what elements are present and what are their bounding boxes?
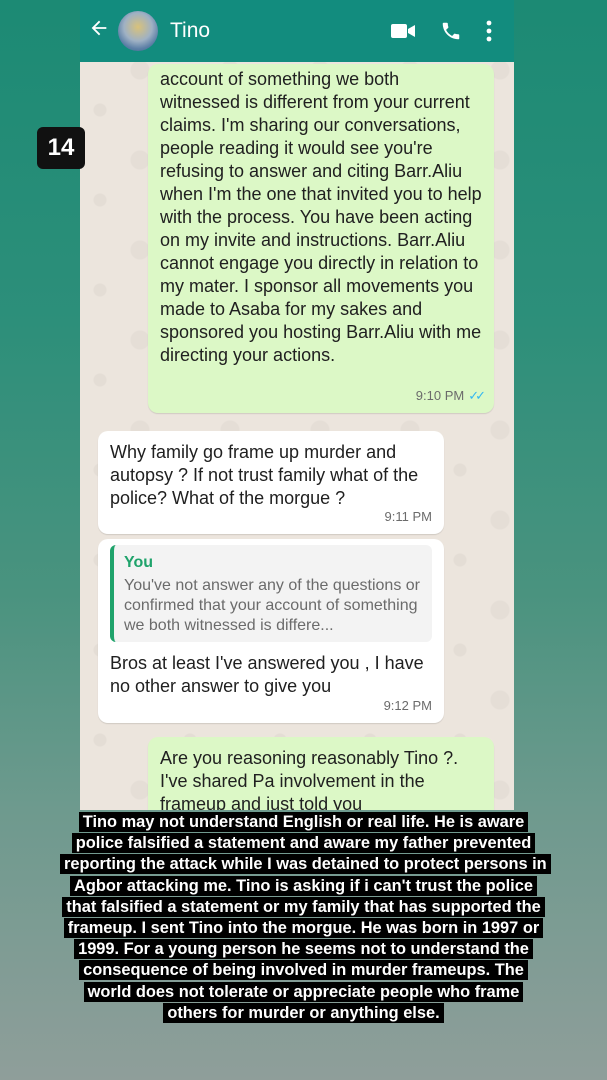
message-bubble-incoming[interactable]: Why family go frame up murder and autops…: [98, 431, 444, 534]
video-call-icon[interactable]: [390, 21, 416, 41]
contact-name[interactable]: Tino: [170, 19, 390, 43]
quoted-text: You've not answer any of the questions o…: [124, 577, 420, 634]
message-time: 9:11 PM: [384, 509, 432, 524]
arrow-left-icon[interactable]: [88, 17, 116, 46]
double-check-icon: ✓✓: [468, 388, 486, 403]
message-meta: 9:10 PM ✓✓: [415, 384, 486, 407]
message-text: account of something we both witnessed i…: [160, 69, 482, 365]
caption-text: Tino may not understand English or real …: [60, 812, 551, 1023]
story-caption: Tino may not understand English or real …: [60, 812, 551, 1024]
chat-header: Tino: [80, 0, 514, 62]
header-actions: [390, 20, 492, 42]
quoted-author: You: [124, 554, 154, 571]
message-meta: 9:12 PM: [384, 694, 432, 717]
message-text: Are you reasoning reasonably Tino ?. I'v…: [160, 748, 459, 810]
quoted-message[interactable]: You You've not answer any of the questio…: [110, 545, 432, 642]
message-text: Bros at least I've answered you , I have…: [110, 653, 424, 696]
message-meta: 9:11 PM: [385, 505, 432, 528]
message-text: Why family go frame up murder and autops…: [110, 442, 419, 508]
message-bubble-outgoing[interactable]: account of something we both witnessed i…: [148, 64, 494, 413]
message-bubble-incoming-reply[interactable]: You You've not answer any of the questio…: [98, 539, 444, 723]
message-time: 9:12 PM: [383, 698, 432, 713]
more-vert-icon[interactable]: [486, 20, 492, 42]
chat-area: account of something we both witnessed i…: [80, 0, 514, 810]
message-time: 9:10 PM: [415, 388, 465, 403]
phone-icon[interactable]: [440, 20, 462, 42]
avatar[interactable]: [118, 11, 158, 51]
slide-number-badge: 14: [37, 127, 85, 169]
message-bubble-outgoing[interactable]: Are you reasoning reasonably Tino ?. I'v…: [148, 737, 494, 810]
